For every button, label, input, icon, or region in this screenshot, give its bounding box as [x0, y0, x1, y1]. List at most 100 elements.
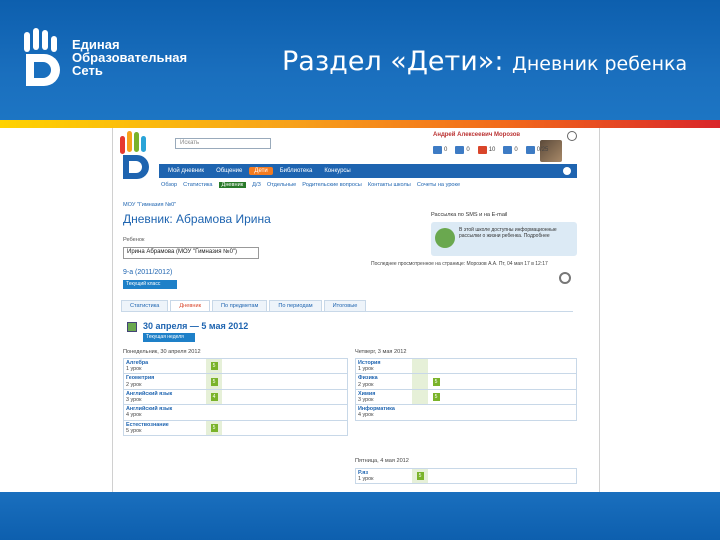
site-logo-icon[interactable]	[117, 130, 163, 180]
lesson-num: 1 урок	[358, 366, 374, 373]
subnav-item-diary[interactable]: Дневник	[218, 182, 247, 188]
tab-statistics[interactable]: Статистика	[121, 300, 169, 311]
eos-logo: Единая Образовательная Сеть	[22, 28, 212, 88]
lesson-notes	[428, 359, 576, 373]
user-name[interactable]: Андрей Алексеевич Морозов	[433, 132, 520, 138]
day-title: Пятница, 4 мая 2012	[355, 458, 409, 464]
lesson-row: Геометрия 2 урок 5	[124, 374, 347, 390]
slide-footer	[0, 492, 720, 540]
refresh-icon[interactable]	[559, 272, 571, 284]
lesson-num: 1 урок	[358, 476, 374, 483]
nav-communication[interactable]: Общение	[211, 167, 247, 175]
diary-tabs: Статистика Дневник По предметам По перио…	[121, 300, 573, 312]
grade-badge[interactable]: 4	[210, 393, 218, 402]
lesson-num: 2 урок	[126, 381, 142, 388]
lesson-row: Химия 3 урок 5	[356, 389, 576, 406]
counter-value: 0	[514, 147, 518, 153]
school-link[interactable]: МОУ "Гимназия №0"	[123, 202, 176, 208]
sms-icon	[435, 228, 455, 248]
grade-badge[interactable]: 5	[210, 362, 218, 371]
subnav-item[interactable]: Статистика	[183, 182, 212, 188]
lesson-notes	[444, 390, 576, 404]
tab-diary[interactable]: Дневник	[170, 300, 211, 311]
search-input[interactable]: Искать	[175, 138, 271, 149]
counters: 0 0 10 0 0/25	[433, 146, 548, 154]
lesson-cell: Английский язык 3 урок	[124, 390, 206, 404]
lesson-cell: История 1 урок	[356, 359, 412, 373]
grade-cell	[412, 405, 428, 420]
page-title: Дневник: Абрамова Ирина	[123, 212, 271, 226]
lesson-cell: Р.яз 1 урок	[356, 469, 412, 483]
day-lessons-table: История 1 урок Физика 2 урок 5 Химия 3 урок…	[355, 358, 577, 421]
nav-my-diary[interactable]: Мой дневник	[163, 167, 209, 175]
counter-msg[interactable]: 0/25	[525, 146, 549, 154]
lesson-cell: Алгебра 1 урок	[124, 359, 206, 373]
child-select[interactable]: Ирина Абрамова (МОУ "Гимназия №0")	[123, 247, 259, 259]
lesson-row: Р.яз 1 урок 5	[356, 469, 576, 484]
last-viewed: Последнее просмотренное на странице: Мор…	[371, 261, 548, 267]
grade-badge[interactable]: 5	[416, 472, 424, 481]
logout-icon[interactable]	[567, 131, 577, 141]
class-year: 9-а (2011/2012)	[123, 269, 173, 276]
msg-icon	[525, 146, 535, 154]
child-label: Ребенок	[123, 237, 145, 243]
grade-badge[interactable]: 5	[210, 423, 218, 432]
day-title: Понедельник, 30 апреля 2012	[123, 349, 201, 355]
grade-cell: 4	[206, 389, 222, 405]
current-week-button[interactable]: Текущая неделя	[143, 333, 195, 342]
counter-photo[interactable]: 0	[503, 146, 518, 154]
sms-text: В этой школе доступны информационные рас…	[459, 227, 557, 239]
lesson-num: 3 урок	[358, 397, 374, 404]
gear-icon[interactable]	[563, 167, 571, 175]
counter-mail[interactable]: 0	[433, 146, 447, 154]
lesson-cell: Геометрия 2 урок	[124, 374, 206, 388]
subnav-item[interactable]: Обзор	[161, 182, 177, 188]
rainbow-stripe	[0, 120, 720, 128]
day-title: Четверг, 3 мая 2012	[355, 349, 407, 355]
grade-cell: 5	[206, 374, 222, 389]
subnav-item[interactable]: Контакты школы	[368, 182, 411, 188]
subnav-item[interactable]: Д/З	[252, 182, 261, 188]
day-lessons-table: Р.яз 1 урок 5	[355, 468, 577, 485]
grade-badge[interactable]: 5	[432, 377, 440, 386]
grade-cell: 5	[428, 389, 444, 405]
subnav-item[interactable]: Отдельные	[267, 182, 296, 188]
lesson-num: 5 урок	[126, 427, 142, 434]
grade-badge[interactable]: 5	[210, 377, 218, 386]
calendar-icon[interactable]	[127, 322, 137, 332]
tab-by-periods[interactable]: По периодам	[269, 300, 322, 311]
nav-children[interactable]: Дети	[249, 167, 273, 175]
lesson-num: 4 урок	[358, 412, 374, 419]
slide-title-main: Раздел «Дети»:	[282, 46, 513, 77]
main-nav: Мой дневник Общение Дети Библиотека Конк…	[159, 164, 577, 178]
grade-cell: 5	[206, 420, 222, 436]
current-class-button[interactable]: Текущий класс	[123, 280, 177, 289]
nav-library[interactable]: Библиотека	[275, 167, 318, 175]
sms-info-box: В этой школе доступны информационные рас…	[431, 222, 577, 256]
subnav-item[interactable]: Сочеты на уроке	[417, 182, 460, 188]
counter-events[interactable]: 10	[477, 146, 495, 154]
tab-final[interactable]: Итоговые	[323, 300, 367, 311]
counter-friends[interactable]: 0	[455, 146, 470, 154]
slide-title-sub: Дневник ребенка	[512, 53, 688, 75]
diary-screenshot: Искать Андрей Алексеевич Морозов 0 0 10 …	[112, 128, 600, 492]
nav-contests[interactable]: Конкурсы	[319, 167, 355, 175]
lesson-num: 4 урок	[126, 412, 142, 419]
lesson-num: 1 урок	[126, 366, 142, 373]
grade-cell: 5	[206, 359, 222, 374]
lesson-notes	[428, 469, 576, 483]
lesson-row: Информатика 4 урок	[356, 405, 576, 420]
lesson-row: Английский язык 4 урок	[124, 405, 347, 421]
lesson-cell: Английский язык 4 урок	[124, 405, 206, 419]
counter-value: 0	[444, 147, 448, 153]
grade-cell: 5	[428, 374, 444, 389]
tab-by-subjects[interactable]: По предметам	[212, 300, 268, 311]
mail-icon	[433, 146, 442, 154]
subnav-item[interactable]: Родительские вопросы	[302, 182, 362, 188]
lesson-notes	[444, 374, 576, 388]
lesson-cell: Химия 3 урок	[356, 390, 412, 404]
grade-badge[interactable]: 5	[432, 393, 440, 402]
logo-text: Единая Образовательная Сеть	[72, 38, 187, 77]
counter-value: 0/25	[536, 147, 549, 153]
grade-cell	[206, 405, 222, 420]
